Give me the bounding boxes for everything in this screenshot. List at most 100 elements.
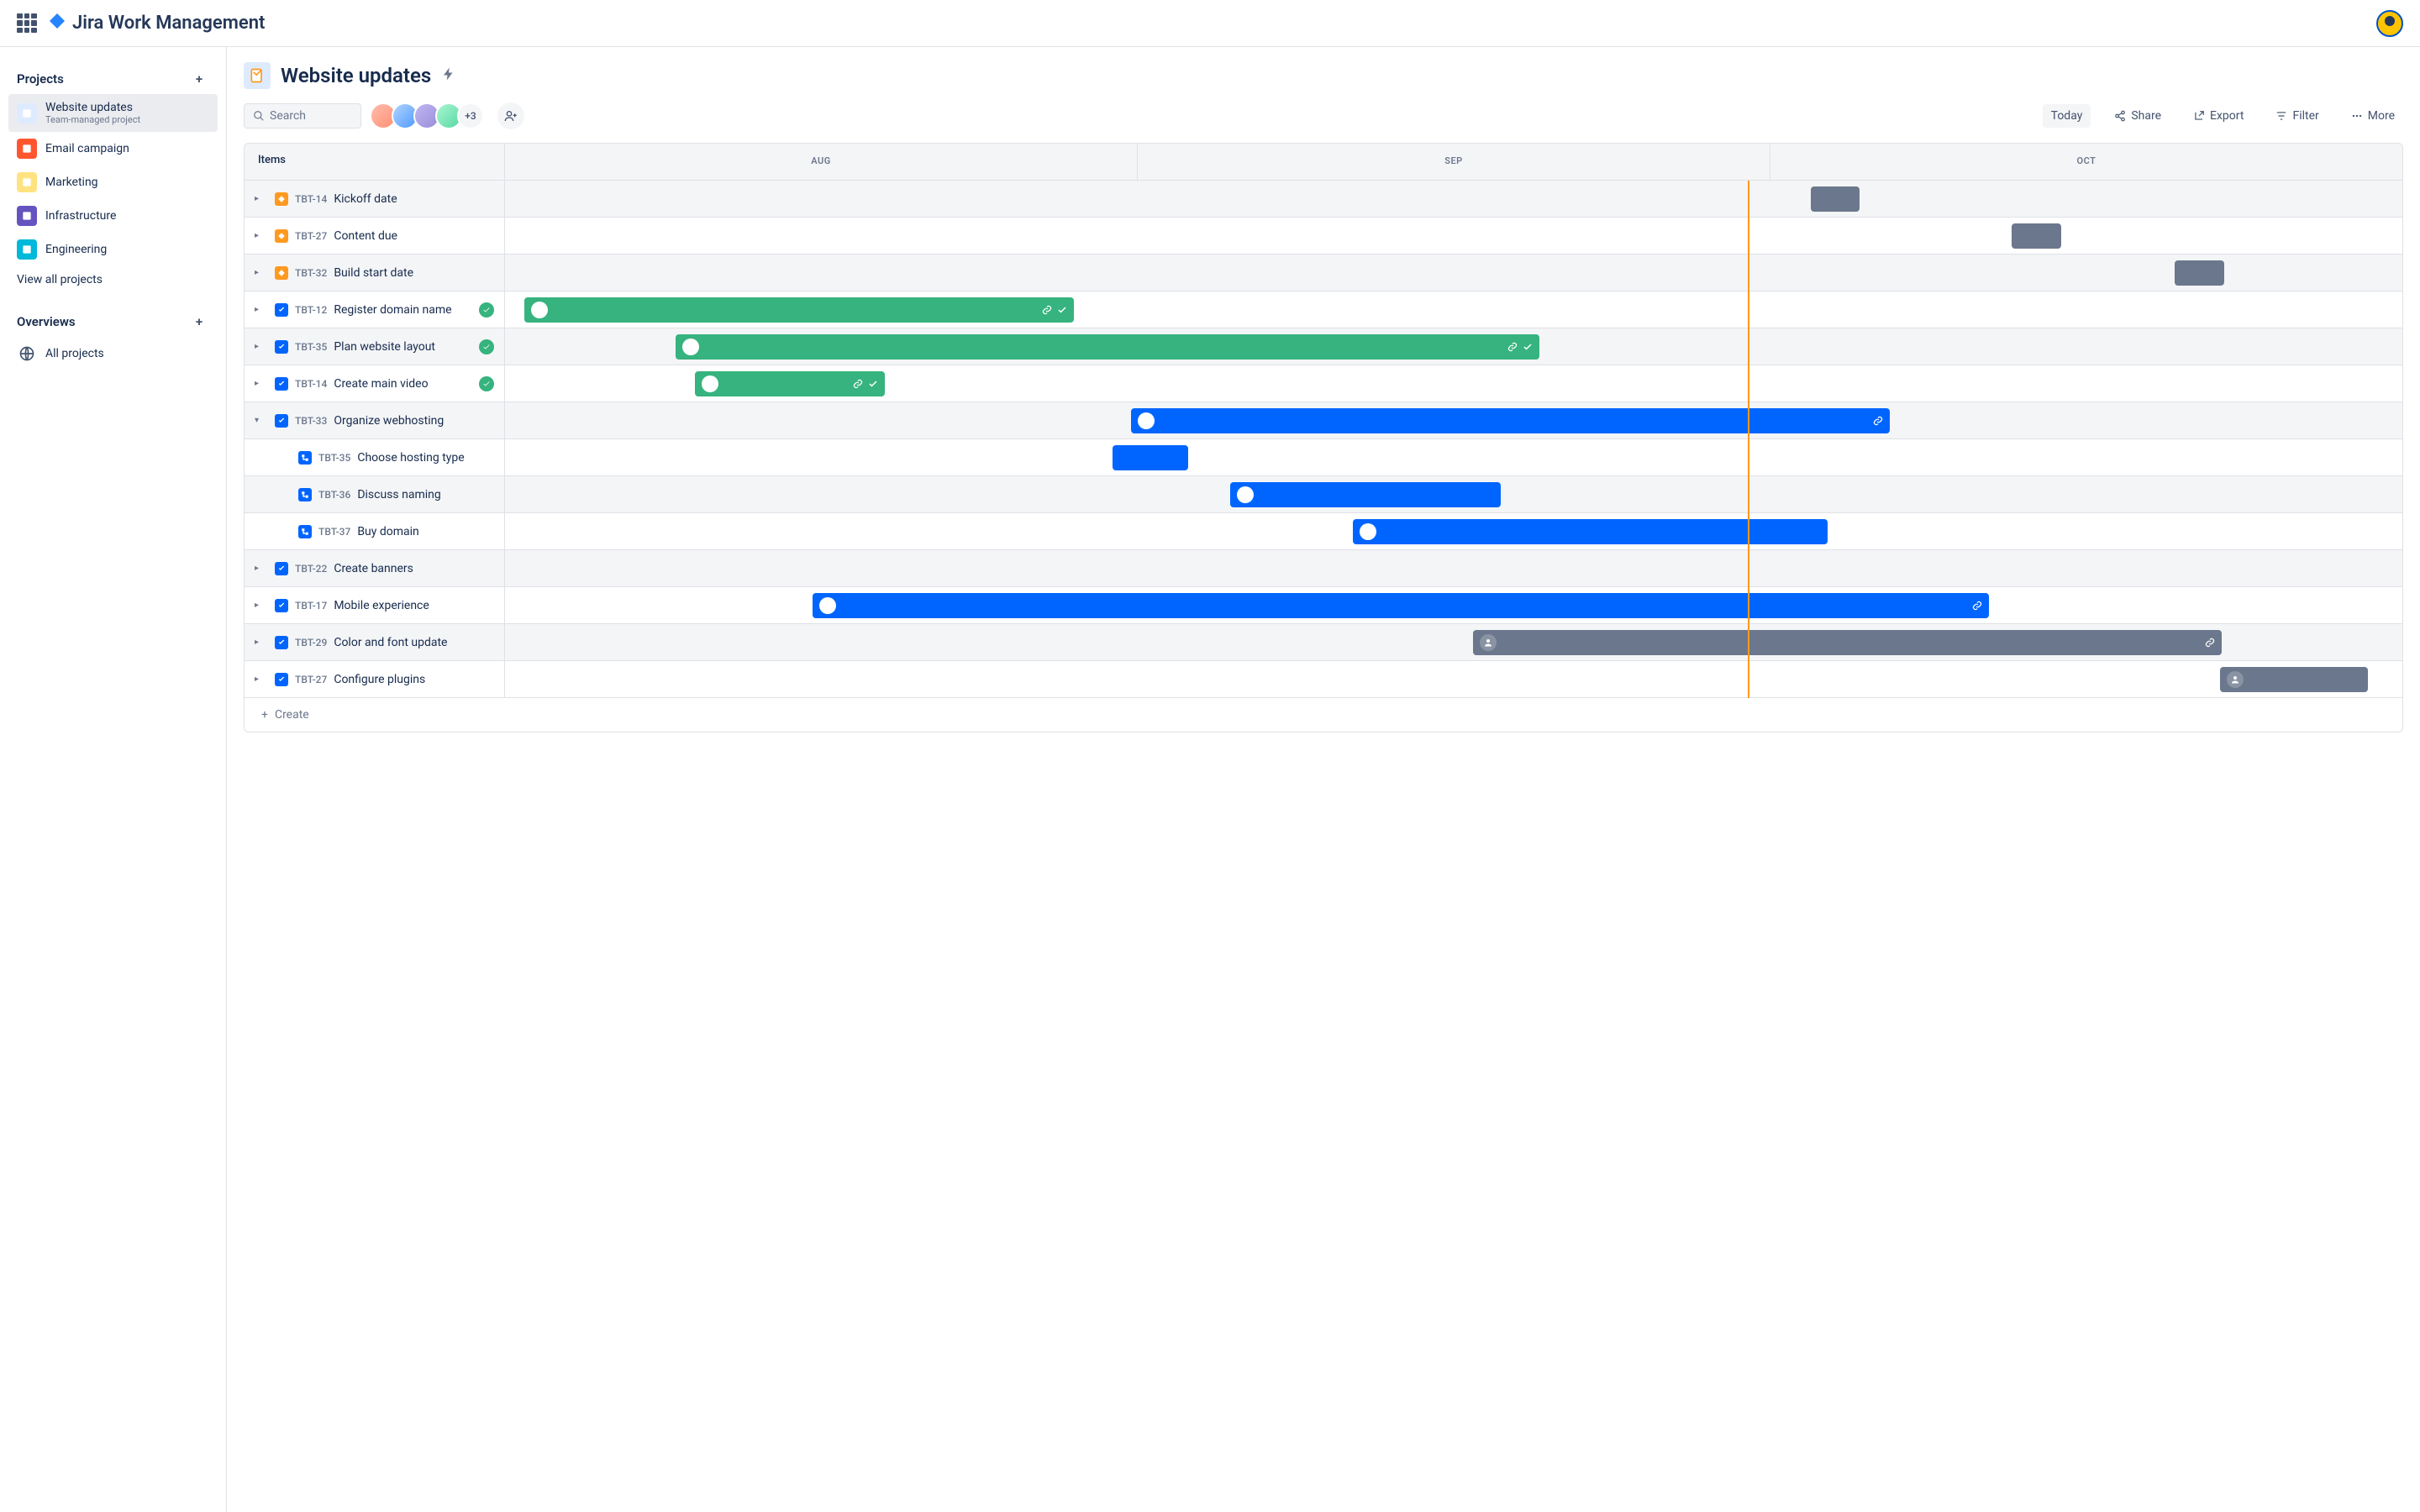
gantt-bar[interactable] — [813, 593, 1989, 618]
task-icon — [275, 414, 288, 428]
sidebar-item-project[interactable]: Engineering — [8, 233, 218, 266]
issue-key[interactable]: TBT-36 — [318, 489, 350, 501]
task-icon — [275, 377, 288, 391]
project-icon — [244, 62, 271, 89]
issue-key[interactable]: TBT-17 — [295, 600, 327, 612]
app-switcher-icon[interactable] — [17, 13, 37, 34]
gantt-bar[interactable] — [524, 297, 1075, 323]
check-icon — [868, 376, 878, 392]
issue-key[interactable]: TBT-22 — [295, 563, 327, 575]
add-overview-button[interactable]: + — [189, 312, 209, 332]
project-icon — [17, 103, 37, 123]
chevron-right-icon[interactable]: ▸ — [255, 601, 268, 610]
export-button[interactable]: Export — [2185, 104, 2252, 128]
today-button[interactable]: Today — [2043, 104, 2091, 128]
gantt-bar[interactable] — [1473, 630, 2223, 655]
sidebar-item-project[interactable]: Marketing — [8, 165, 218, 199]
task-icon — [275, 673, 288, 686]
issue-title[interactable]: Mobile experience — [334, 599, 429, 612]
avatar-more[interactable]: +3 — [457, 102, 484, 129]
more-button[interactable]: More — [2343, 104, 2403, 128]
gantt-bar[interactable] — [2012, 223, 2061, 249]
sidebar-item-label: Infrastructure — [45, 209, 116, 223]
issue-key[interactable]: TBT-27 — [295, 230, 327, 242]
issue-key[interactable]: TBT-32 — [295, 267, 327, 279]
issue-title[interactable]: Create main video — [334, 377, 428, 391]
gantt-bar[interactable] — [1230, 482, 1502, 507]
link-icon — [1042, 302, 1052, 318]
assignee-avatar-stack[interactable]: +3 — [370, 102, 484, 129]
assignee-avatar — [1237, 486, 1254, 503]
gantt-bar[interactable] — [1113, 445, 1188, 470]
issue-title[interactable]: Content due — [334, 229, 397, 243]
issue-key[interactable]: TBT-29 — [295, 637, 327, 648]
gantt-bar[interactable] — [1353, 519, 1828, 544]
issue-title[interactable]: Create banners — [334, 562, 413, 575]
issue-title[interactable]: Plan website layout — [334, 340, 435, 354]
issue-title[interactable]: Color and font update — [334, 636, 447, 649]
gantt-bar[interactable] — [2175, 260, 2224, 286]
gantt-bar[interactable] — [1131, 408, 1890, 433]
issue-key[interactable]: TBT-35 — [318, 452, 350, 464]
issue-title[interactable]: Configure plugins — [334, 673, 425, 686]
chevron-right-icon[interactable]: ▸ — [255, 268, 268, 277]
sidebar-item-project[interactable]: Website updates Team-managed project — [8, 94, 218, 132]
share-icon — [2114, 110, 2126, 122]
issue-key[interactable]: TBT-35 — [295, 341, 327, 353]
chevron-right-icon[interactable]: ▸ — [255, 675, 268, 684]
chevron-down-icon[interactable]: ▾ — [255, 416, 268, 425]
user-avatar[interactable] — [2376, 10, 2403, 37]
link-icon — [2205, 635, 2215, 651]
check-icon — [1523, 339, 1533, 355]
check-icon — [1057, 302, 1067, 318]
filter-icon — [2275, 110, 2287, 122]
chevron-right-icon[interactable]: ▸ — [255, 638, 268, 647]
issue-key[interactable]: TBT-27 — [295, 674, 327, 685]
month-header: OCT — [1770, 144, 2402, 180]
issue-title[interactable]: Build start date — [334, 266, 413, 280]
task-icon — [275, 340, 288, 354]
sidebar-item-project[interactable]: Infrastructure — [8, 199, 218, 233]
issue-title[interactable]: Buy domain — [357, 525, 418, 538]
chevron-right-icon[interactable]: ▸ — [255, 342, 268, 351]
issue-key[interactable]: TBT-14 — [295, 378, 327, 390]
chevron-right-icon[interactable]: ▸ — [255, 231, 268, 240]
done-status-icon — [479, 339, 494, 354]
assignee-avatar — [702, 375, 718, 392]
chevron-right-icon[interactable]: ▸ — [255, 379, 268, 388]
issue-title[interactable]: Choose hosting type — [357, 451, 464, 465]
gantt-bar[interactable] — [676, 334, 1539, 360]
add-person-button[interactable] — [497, 102, 524, 129]
issue-key[interactable]: TBT-14 — [295, 193, 327, 205]
brand-logo[interactable]: Jira Work Management — [47, 13, 265, 34]
add-project-button[interactable]: + — [189, 69, 209, 89]
gantt-bar[interactable] — [695, 371, 885, 396]
milestone-icon — [275, 229, 288, 243]
issue-title[interactable]: Organize webhosting — [334, 414, 444, 428]
issue-title[interactable]: Register domain name — [334, 303, 451, 317]
items-column-header: Items — [245, 144, 505, 180]
share-button[interactable]: Share — [2106, 104, 2170, 128]
issue-key[interactable]: TBT-33 — [295, 415, 327, 427]
chevron-right-icon[interactable]: ▸ — [255, 564, 268, 573]
automation-icon[interactable] — [441, 66, 456, 85]
issue-key[interactable]: TBT-12 — [295, 304, 327, 316]
project-icon — [17, 239, 37, 260]
gantt-bar[interactable] — [2220, 667, 2368, 692]
view-all-projects-link[interactable]: View all projects — [8, 266, 218, 293]
filter-button[interactable]: Filter — [2267, 104, 2327, 128]
issue-key[interactable]: TBT-37 — [318, 526, 350, 538]
subtask-icon — [298, 525, 312, 538]
chevron-right-icon[interactable]: ▸ — [255, 305, 268, 314]
project-icon — [17, 206, 37, 226]
timeline-row: ▸ TBT-14 Create main video — [245, 365, 2402, 402]
subtask-icon — [298, 488, 312, 501]
issue-title[interactable]: Kickoff date — [334, 192, 397, 206]
create-issue-button[interactable]: + Create — [245, 698, 2402, 732]
gantt-bar[interactable] — [1811, 186, 1860, 212]
chevron-right-icon[interactable]: ▸ — [255, 194, 268, 203]
search-input[interactable]: Search — [244, 103, 361, 129]
issue-title[interactable]: Discuss naming — [357, 488, 440, 501]
sidebar-item-all-projects[interactable]: All projects — [8, 337, 218, 370]
sidebar-item-project[interactable]: Email campaign — [8, 132, 218, 165]
